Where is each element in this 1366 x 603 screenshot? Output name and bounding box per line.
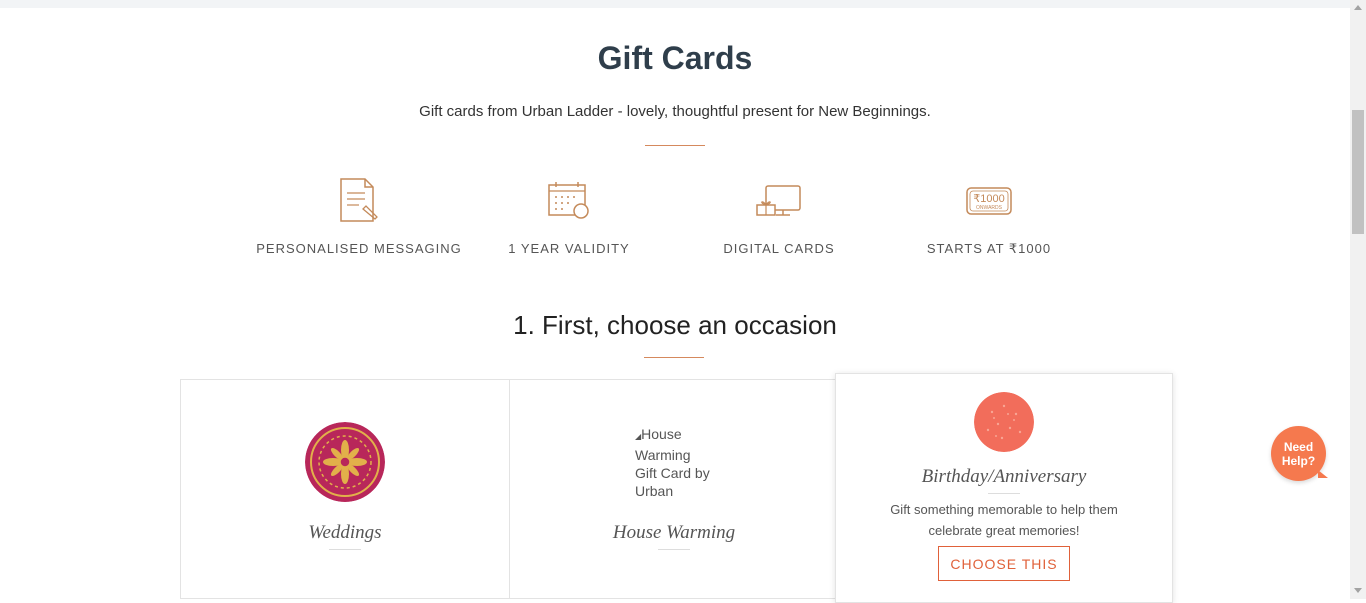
need-help-line-2: Help? — [1281, 453, 1316, 468]
birthday-anniversary-image — [974, 392, 1034, 452]
feature-label: STARTS AT ₹1000 — [926, 241, 1052, 256]
page-title: Gift Cards — [597, 40, 753, 76]
feature-label: 1 YEAR VALIDITY — [508, 241, 630, 256]
occasion-description: Gift something memorable to help them ce… — [836, 499, 1172, 541]
monitor-gift-icon — [756, 185, 801, 216]
title-divider — [645, 145, 705, 146]
price-tag-subtext: ONWARDS — [976, 205, 1003, 211]
vertical-scrollbar[interactable] — [1350, 0, 1366, 599]
scroll-down-arrow-icon[interactable] — [1350, 583, 1366, 599]
feature-personalised-messaging: PERSONALISED MESSAGING — [249, 175, 469, 256]
house-warming-image-alt: House Warming Gift Card by Urban — [635, 426, 710, 499]
price-tag-icon: ₹1000 ONWARDS — [966, 187, 1012, 215]
scroll-thumb[interactable] — [1352, 110, 1364, 234]
occasion-name: House Warming — [612, 522, 736, 543]
need-help-button[interactable]: Need Help? — [1271, 426, 1328, 481]
weddings-image — [305, 422, 385, 502]
step-title: 1. First, choose an occasion — [513, 310, 837, 340]
occasion-card-birthday-anniversary[interactable]: Birthday/Anniversary Gift something memo… — [835, 373, 1173, 603]
occasion-card-weddings[interactable]: Weddings — [180, 379, 510, 599]
occasion-divider — [329, 549, 361, 550]
description-line-2: celebrate great memories! — [928, 523, 1080, 538]
calendar-clock-icon — [548, 182, 589, 219]
occasion-divider — [988, 493, 1020, 494]
house-warming-image: ◢House Warming Gift Card by Urban — [635, 425, 715, 500]
feature-validity: 1 YEAR VALIDITY — [459, 175, 679, 256]
document-pen-icon — [340, 178, 378, 222]
feature-label: PERSONALISED MESSAGING — [256, 241, 462, 256]
feature-label: DIGITAL CARDS — [723, 241, 835, 256]
occasion-name: Birthday/Anniversary — [921, 466, 1087, 487]
price-tag-text: ₹1000 — [973, 193, 1004, 205]
occasion-name: Weddings — [308, 522, 382, 543]
occasion-divider — [658, 549, 690, 550]
occasion-card-house-warming[interactable]: ◢House Warming Gift Card by Urban House … — [509, 379, 839, 599]
step-divider — [644, 357, 704, 358]
choose-this-button[interactable]: CHOOSE THIS — [938, 546, 1070, 581]
need-help-line-1: Need — [1283, 439, 1314, 454]
top-bar — [0, 0, 1350, 8]
scroll-up-arrow-icon[interactable] — [1350, 0, 1366, 16]
feature-starts-at: ₹1000 ONWARDS STARTS AT ₹1000 — [879, 175, 1099, 257]
page-subtitle: Gift cards from Urban Ladder - lovely, t… — [419, 103, 931, 120]
description-line-1: Gift something memorable to help them — [890, 502, 1118, 517]
feature-digital-cards: DIGITAL CARDS — [669, 175, 889, 256]
